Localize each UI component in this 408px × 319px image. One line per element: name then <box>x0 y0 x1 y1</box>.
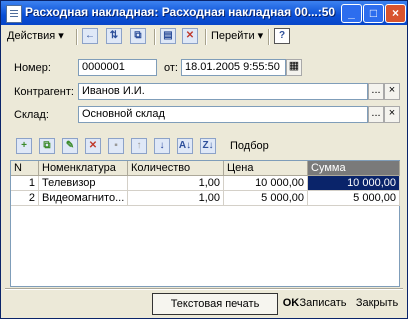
copy-icon[interactable]: ⧉ <box>130 28 146 44</box>
goto-label: Перейти <box>211 30 255 42</box>
delete-doc-icon[interactable]: ✕ <box>182 28 198 44</box>
warehouse-clear-button[interactable]: × <box>384 106 400 123</box>
date-field[interactable]: 18.01.2005 9:55:50 <box>181 59 286 76</box>
title-bar[interactable]: Расходная накладная: Расходная накладная… <box>1 1 407 25</box>
selection-button[interactable]: Подбор <box>230 140 269 152</box>
delete-row-icon[interactable]: ✕ <box>85 138 101 154</box>
warehouse-field[interactable]: Основной склад <box>78 106 368 123</box>
save-button[interactable]: Записать <box>293 293 353 315</box>
add-row-icon[interactable]: + <box>16 138 32 154</box>
cell-n[interactable]: 1 <box>11 176 39 191</box>
end-edit-icon[interactable]: ▪ <box>108 138 124 154</box>
cell-n[interactable]: 2 <box>11 191 39 206</box>
document-icon <box>6 5 22 23</box>
close-window-button[interactable]: × <box>385 4 406 23</box>
cell-item[interactable]: Телевизор <box>39 176 128 191</box>
arrow-left-icon[interactable]: ← <box>82 28 98 44</box>
cell-quantity[interactable]: 1,00 <box>128 176 224 191</box>
cell-price[interactable]: 5 000,00 <box>224 191 308 206</box>
toolbar-separator <box>154 29 156 45</box>
actions-menu[interactable]: Действия ▾ <box>7 27 64 46</box>
sort-desc-icon[interactable]: Z↓ <box>200 138 216 154</box>
warehouse-label: Склад: <box>14 109 49 121</box>
cell-sum[interactable]: 10 000,00 <box>308 176 400 191</box>
footer-divider <box>5 288 403 290</box>
number-field[interactable]: 0000001 <box>78 59 157 76</box>
actions-label: Действия <box>7 30 56 42</box>
number-label: Номер: <box>14 62 51 74</box>
chevron-down-icon: ▾ <box>254 30 264 42</box>
arrow-up-icon[interactable]: ↑ <box>131 138 147 154</box>
column-header-sum[interactable]: Сумма <box>308 161 400 176</box>
cell-sum[interactable]: 5 000,00 <box>308 191 400 206</box>
contractor-select-button[interactable]: ... <box>368 83 384 100</box>
cell-price[interactable]: 10 000,00 <box>224 176 308 191</box>
contractor-field[interactable]: Иванов И.И. <box>78 83 368 100</box>
column-header-item[interactable]: Номенклатура <box>39 161 128 176</box>
sort-asc-icon[interactable]: A↓ <box>177 138 193 154</box>
toolbar-separator <box>205 29 207 45</box>
date-label: от: <box>164 62 178 74</box>
copy-row-icon[interactable]: ⧉ <box>39 138 55 154</box>
toolbar-separator <box>76 29 78 45</box>
calendar-icon[interactable]: ▦ <box>286 59 302 76</box>
toolbar: Действия ▾ ← ⇅ ⧉ ▤ ✕ Перейти ▾ ? <box>3 27 405 47</box>
chevron-down-icon: ▾ <box>55 30 64 42</box>
close-button[interactable]: Закрыть <box>351 293 403 315</box>
save-icon[interactable]: ▤ <box>160 28 176 44</box>
warehouse-select-button[interactable]: ... <box>368 106 384 123</box>
column-header-price[interactable]: Цена <box>224 161 308 176</box>
minimize-button[interactable]: _ <box>341 4 362 23</box>
window-title: Расходная накладная: Расходная накладная… <box>25 5 336 19</box>
goto-menu[interactable]: Перейти ▾ <box>211 27 263 46</box>
help-button[interactable]: ? <box>274 28 290 44</box>
maximize-button[interactable]: □ <box>363 4 384 23</box>
column-header-n[interactable]: N <box>11 161 39 176</box>
toolbar-separator <box>268 29 270 45</box>
cell-item[interactable]: Видеомагнито... <box>39 191 128 206</box>
column-header-quantity[interactable]: Количество <box>128 161 224 176</box>
edit-row-icon[interactable]: ✎ <box>62 138 78 154</box>
sort-icon[interactable]: ⇅ <box>106 28 122 44</box>
contractor-label: Контрагент: <box>14 86 74 98</box>
items-table: N Номенклатура Количество Цена Сумма 1 Т… <box>10 160 400 287</box>
text-print-button[interactable]: Текстовая печать <box>152 293 278 315</box>
document-window: Расходная накладная: Расходная накладная… <box>0 0 408 319</box>
arrow-down-icon[interactable]: ↓ <box>154 138 170 154</box>
contractor-clear-button[interactable]: × <box>384 83 400 100</box>
cell-quantity[interactable]: 1,00 <box>128 191 224 206</box>
